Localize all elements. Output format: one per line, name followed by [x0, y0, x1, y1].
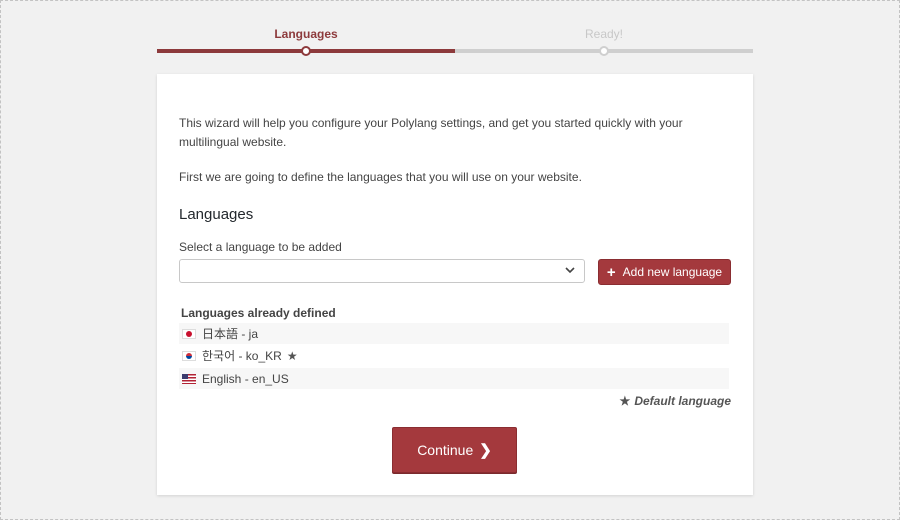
step-ready-label: Ready! [584, 27, 624, 41]
kr-flag-icon [182, 350, 196, 361]
wizard-card: This wizard will help you configure your… [157, 74, 753, 495]
setup-stepper: Languages Ready! [157, 0, 753, 60]
language-label: English - en_US [202, 371, 289, 386]
add-language-button[interactable]: + Add new language [598, 259, 731, 285]
language-label: 한국어 - ko_KR [202, 349, 282, 363]
plus-icon: + [606, 263, 616, 281]
language-select[interactable] [179, 259, 585, 283]
step-languages-dot [301, 46, 311, 56]
language-row-ko: 한국어 - ko_KR ★ [179, 345, 729, 366]
intro-text: This wizard will help you configure your… [179, 116, 683, 149]
language-row-ja: 日本語 - ja [179, 323, 729, 344]
languages-heading: Languages [179, 206, 254, 223]
star-icon: ★ [619, 394, 631, 408]
continue-button[interactable]: Continue ❯ [392, 427, 517, 473]
default-star-icon: ★ [286, 348, 298, 363]
continue-button-label: Continue [417, 442, 474, 458]
jp-flag-icon [182, 328, 196, 339]
select-language-label: Select a language to be added [179, 240, 342, 254]
step-languages-label: Languages [274, 27, 338, 41]
step-ready-dot [599, 46, 609, 56]
language-row-en: English - en_US [179, 368, 729, 389]
us-flag-icon [182, 373, 196, 384]
intro-text-2: First we are going to define the languag… [179, 170, 582, 184]
languages-defined-title: Languages already defined [181, 306, 336, 320]
chevron-down-icon [565, 267, 575, 274]
chevron-right-icon: ❯ [479, 442, 492, 459]
language-label: 日本語 - ja [202, 327, 259, 341]
default-language-note: ★ Default language [620, 394, 731, 408]
default-language-note-text: Default language [634, 394, 731, 408]
add-language-button-label: Add new language [622, 265, 723, 279]
